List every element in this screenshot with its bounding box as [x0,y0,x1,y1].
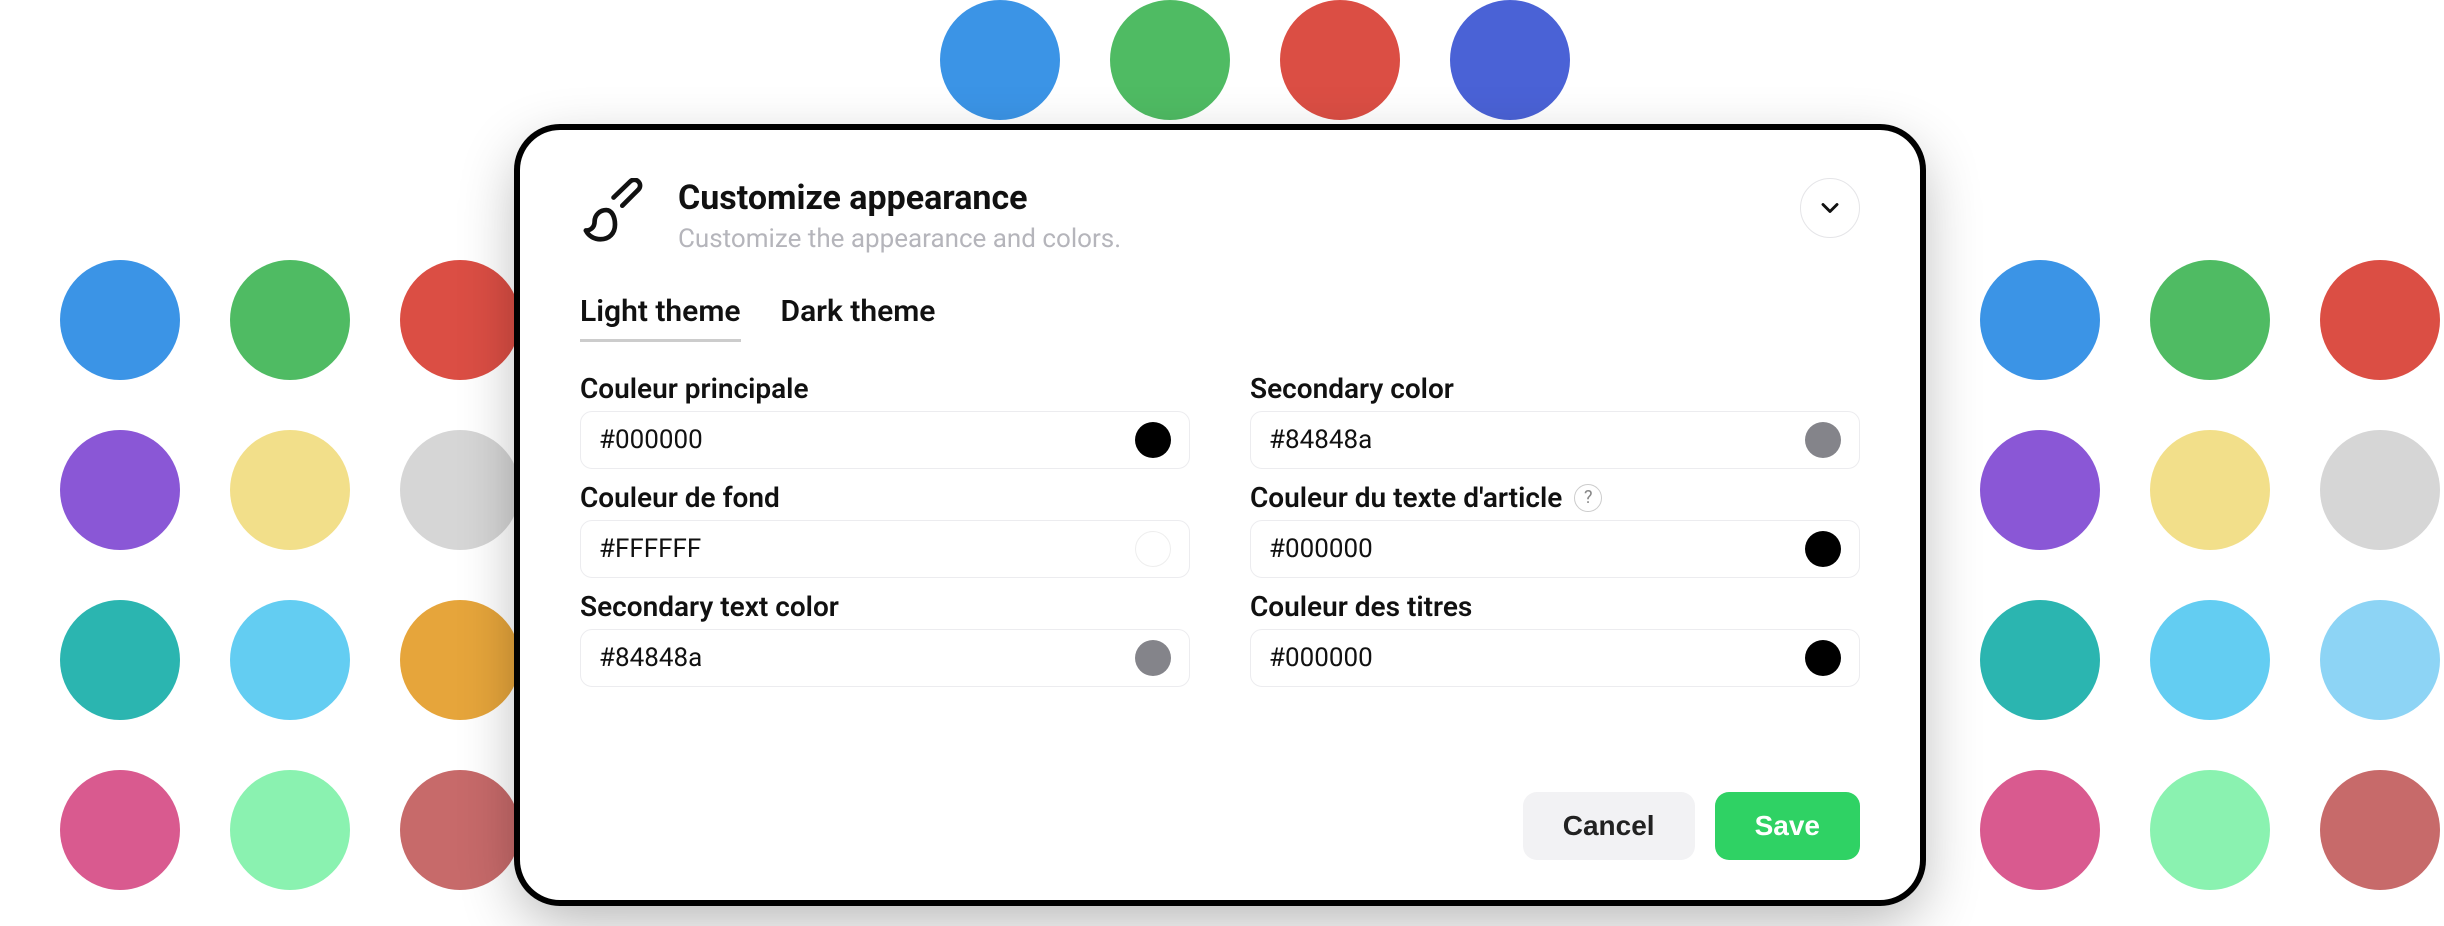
field-label: Secondary text color [580,590,839,623]
color-fields-grid: Couleur principale #000000 Secondary col… [580,372,1860,687]
palette-dot [230,430,350,550]
color-swatch[interactable] [1135,422,1171,458]
chevron-down-icon [1816,194,1844,222]
collapse-button[interactable] [1800,178,1860,238]
field-secondary-text-color: Secondary text color #84848a [580,590,1190,687]
palette-dot [1280,0,1400,120]
titles-color-input[interactable]: #000000 [1250,629,1860,687]
header-text: Customize appearance Customize the appea… [678,178,1772,254]
palette-dot [1980,600,2100,720]
field-article-text-color: Couleur du texte d'article ? #000000 [1250,481,1860,578]
palette-dot [1450,0,1570,120]
field-label: Couleur principale [580,372,809,405]
secondary-color-input[interactable]: #84848a [1250,411,1860,469]
palette-dot [1980,770,2100,890]
color-swatch[interactable] [1805,422,1841,458]
cancel-button[interactable]: Cancel [1523,792,1695,860]
color-swatch[interactable] [1135,531,1171,567]
palette-dot [2320,430,2440,550]
color-swatch[interactable] [1805,640,1841,676]
color-swatch[interactable] [1805,531,1841,567]
input-value: #84848a [599,643,1135,673]
palette-dot [60,430,180,550]
palette-dot [1110,0,1230,120]
palette-dot [1980,430,2100,550]
tab-light-theme[interactable]: Light theme [580,294,741,342]
field-secondary-color: Secondary color #84848a [1250,372,1860,469]
field-label: Couleur des titres [1250,590,1472,623]
card-footer: Cancel Save [580,792,1860,860]
field-titles-color: Couleur des titres #000000 [1250,590,1860,687]
card-header: Customize appearance Customize the appea… [580,178,1860,254]
palette-dot [2320,770,2440,890]
primary-color-input[interactable]: #000000 [580,411,1190,469]
field-label: Couleur de fond [580,481,780,514]
palette-dot [2320,260,2440,380]
palette-dot [2150,600,2270,720]
field-primary-color: Couleur principale #000000 [580,372,1190,469]
palette-dot [2150,770,2270,890]
tab-dark-theme[interactable]: Dark theme [781,294,936,342]
save-button[interactable]: Save [1715,792,1860,860]
palette-dot [400,430,520,550]
palette-dot [400,770,520,890]
input-value: #000000 [1269,643,1805,673]
brush-icon [580,178,650,248]
palette-dot [230,770,350,890]
palette-dot [230,600,350,720]
color-swatch[interactable] [1135,640,1171,676]
theme-tabs: Light theme Dark theme [580,294,1860,342]
palette-dot [2150,430,2270,550]
palette-dot [400,260,520,380]
palette-dot [230,260,350,380]
field-label: Couleur du texte d'article [1250,481,1562,514]
palette-dot [60,600,180,720]
input-value: #000000 [599,425,1135,455]
palette-dot [2150,260,2270,380]
card-subtitle: Customize the appearance and colors. [678,224,1772,254]
card-title: Customize appearance [678,178,1772,218]
input-value: #84848a [1269,425,1805,455]
palette-dot [2320,600,2440,720]
background-color-input[interactable]: #FFFFFF [580,520,1190,578]
palette-dot [940,0,1060,120]
palette-dot [1980,260,2100,380]
input-value: #FFFFFF [599,534,1135,564]
palette-dot [400,600,520,720]
palette-dot [60,770,180,890]
field-background-color: Couleur de fond #FFFFFF [580,481,1190,578]
help-icon[interactable]: ? [1574,484,1602,512]
input-value: #000000 [1269,534,1805,564]
secondary-text-color-input[interactable]: #84848a [580,629,1190,687]
article-text-color-input[interactable]: #000000 [1250,520,1860,578]
customize-appearance-card: Customize appearance Customize the appea… [520,130,1920,900]
palette-dot [60,260,180,380]
field-label: Secondary color [1250,372,1454,405]
